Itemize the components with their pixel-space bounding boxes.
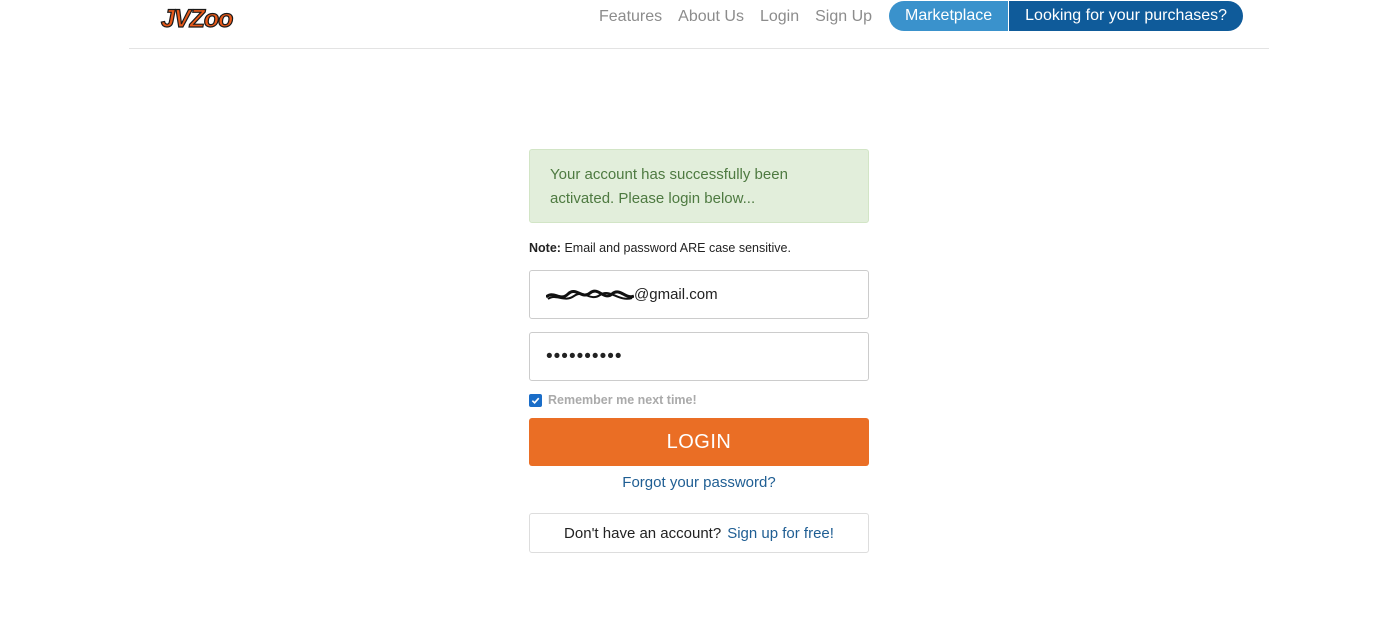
main-nav: Features About Us Login Sign Up [599,5,872,29]
signup-link[interactable]: Sign up for free! [727,525,834,542]
email-value-wrapper: @gmail.com [546,286,718,303]
note-label: Note: [529,241,561,255]
checkmark-icon [531,397,540,404]
purchases-button[interactable]: Looking for your purchases? [1009,1,1244,31]
password-field[interactable]: •••••••••• [529,332,869,381]
header-pill-buttons: Marketplace Looking for your purchases? [889,1,1244,31]
marketplace-button[interactable]: Marketplace [889,1,1010,31]
nav-signup-link[interactable]: Sign Up [815,8,872,26]
activation-success-alert: Your account has successfully been activ… [529,149,869,223]
remember-me-label[interactable]: Remember me next time! [548,393,697,407]
case-sensitivity-note: Note: Email and password ARE case sensit… [529,241,869,255]
svg-text:JVZoo: JVZoo [161,5,233,33]
nav-features-link[interactable]: Features [599,8,662,26]
login-panel: Your account has successfully been activ… [529,149,869,553]
site-header: JVZoo Features About Us Login Sign Up Ma… [129,0,1269,49]
note-text: Email and password ARE case sensitive. [564,241,791,255]
nav-login-link[interactable]: Login [760,8,799,26]
forgot-password-link[interactable]: Forgot your password? [529,474,869,491]
email-field[interactable]: @gmail.com [529,270,869,319]
jvzoo-logo[interactable]: JVZoo [159,0,241,36]
email-domain-text: @gmail.com [634,286,718,303]
remember-me-checkbox[interactable] [529,393,542,407]
redaction-scribble [546,289,634,300]
login-button[interactable]: LOGIN [529,418,869,466]
remember-me-row: Remember me next time! [529,391,869,409]
nav-about-link[interactable]: About Us [678,8,744,26]
signup-prompt: Don't have an account? [564,524,722,542]
signup-box: Don't have an account? Sign up for free! [529,513,869,553]
